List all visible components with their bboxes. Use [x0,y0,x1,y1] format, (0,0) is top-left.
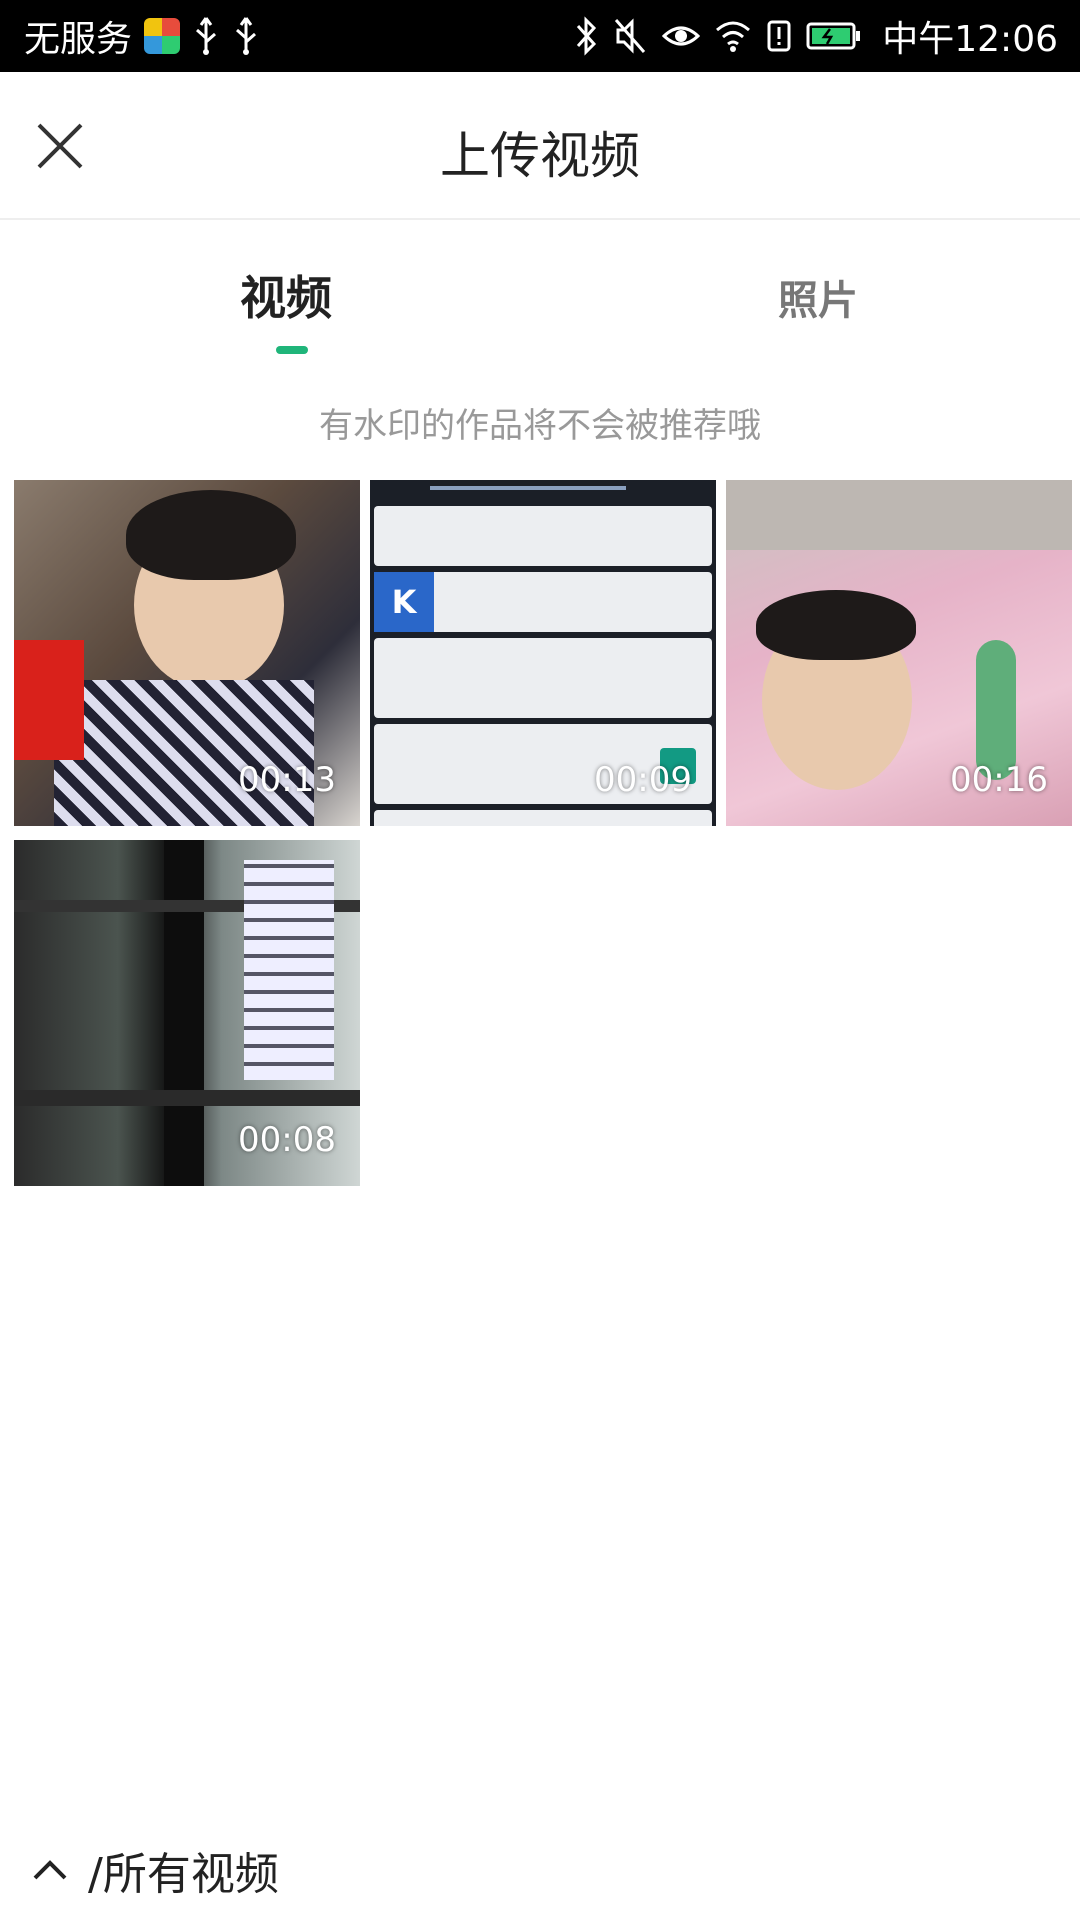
video-thumbnail[interactable]: 00:13 [14,480,360,826]
app-icon [144,18,181,54]
mute-icon [612,16,648,56]
header: 上传视频 [0,72,1080,220]
bluetooth-icon [574,16,598,56]
usb-icon [192,16,220,56]
album-selector[interactable]: /所有视频 [30,1840,279,1900]
page-title: 上传视频 [440,127,640,185]
video-duration: 00:16 [950,760,1048,800]
video-duration: 00:09 [594,760,692,800]
video-grid: 00:13 K 00:09 00:16 00:08 [14,480,1072,1186]
watermark-notice: 有水印的作品将不会被推荐哦 [319,406,761,446]
status-bar-right: 中午12:06 [574,0,1058,72]
video-thumbnail[interactable]: 00:16 [726,480,1072,826]
thumbnail-image [164,840,204,1186]
video-duration: 00:13 [238,760,336,800]
chevron-up-icon [33,1860,67,1880]
video-thumbnail[interactable]: K 00:09 [370,480,716,826]
wifi-icon [714,16,752,56]
usb-icon [232,16,260,56]
video-duration: 00:08 [238,1120,336,1160]
alert-icon [766,16,792,56]
status-bar-left: 无服务 [24,0,260,72]
k-logo-icon: K [374,572,434,632]
tab-video[interactable]: 视频 [240,262,332,328]
thumbnail-image [374,506,712,566]
video-thumbnail[interactable]: 00:08 [14,840,360,1186]
tab-photo[interactable]: 照片 [778,268,858,326]
clock: 中午12:06 [882,19,1058,60]
tab-active-indicator [276,346,308,354]
eye-icon [662,16,701,56]
status-bar: 无服务 中午12:06 [0,0,1080,72]
album-label: /所有视频 [88,1849,279,1900]
carrier-label: 无服务 [24,19,133,60]
battery-charging-icon [806,16,862,56]
